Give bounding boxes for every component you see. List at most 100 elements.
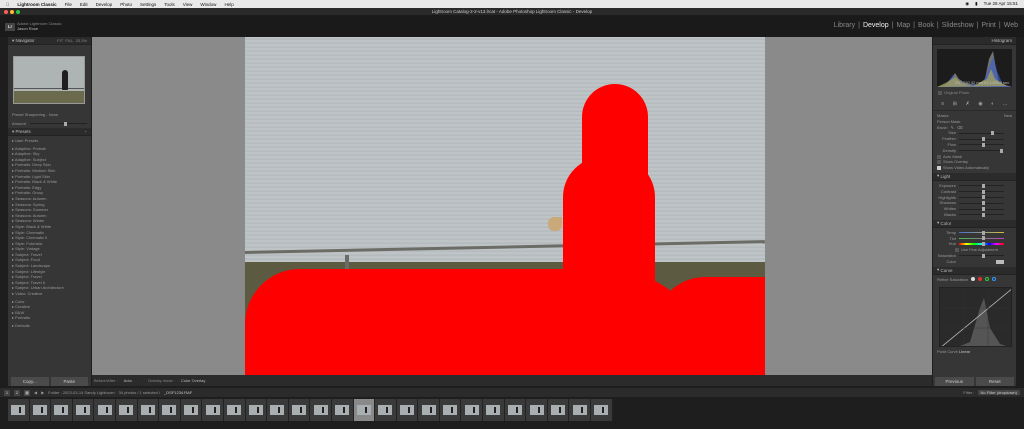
filmstrip-thumbnail[interactable] [547, 399, 570, 421]
filmstrip-thumbnail[interactable] [245, 399, 268, 421]
user-name[interactable]: Jason Rose [17, 26, 61, 31]
amount-slider[interactable] [29, 121, 87, 126]
point-curve-value[interactable]: Linear [959, 349, 970, 354]
filmstrip-thumbnail[interactable] [331, 399, 354, 421]
apple-icon[interactable]:  [6, 2, 9, 7]
menu-tools[interactable]: Tools [164, 2, 175, 7]
filmstrip-thumbnail[interactable] [591, 399, 613, 421]
filmstrip-thumbnail[interactable] [375, 399, 397, 421]
navigator-header[interactable]: ▾ Navigator FIT FILL 33.3% [8, 37, 91, 45]
curve-header[interactable]: ▾ Curve [933, 266, 1016, 275]
channel-green-icon[interactable] [984, 277, 989, 282]
channel-red-icon[interactable] [977, 277, 982, 282]
original-photo-row[interactable]: Original Photo [933, 87, 1016, 98]
preset-value[interactable]: Sharpening - None [25, 112, 59, 117]
filmstrip-thumbnail[interactable] [396, 399, 419, 421]
edit-icon[interactable]: ≡ [941, 101, 944, 107]
filmstrip-thumbnail[interactable] [51, 399, 73, 421]
filmstrip-thumbnail[interactable] [353, 399, 376, 421]
app-menu[interactable]: Lightroom Classic [17, 2, 56, 7]
filmstrip-thumbnail[interactable] [504, 399, 527, 421]
preset-group[interactable]: ▸ Defaults [12, 323, 91, 329]
filmstrip-thumbnail[interactable] [94, 399, 116, 421]
filmstrip-thumbnail[interactable] [310, 399, 332, 421]
previous-button[interactable]: Previous [935, 377, 974, 386]
filmstrip-thumbnail[interactable] [180, 399, 203, 421]
filmstrip-thumbnail[interactable] [223, 399, 246, 421]
menu-file[interactable]: File [65, 2, 72, 7]
masking-icon[interactable]: ◐ [991, 101, 994, 107]
module-web[interactable]: Web [1004, 22, 1018, 29]
filmstrip-thumbnail[interactable] [159, 399, 181, 421]
close-window-button[interactable] [4, 9, 8, 14]
filmstrip-thumbnail[interactable] [29, 399, 52, 421]
preset-item[interactable]: ▸ Video: Creative [12, 291, 91, 297]
color-swatch[interactable] [996, 259, 1004, 264]
filter-dropdown[interactable]: No Filter (dropdown) [977, 390, 1020, 395]
blacks-slider[interactable]: Blacks [937, 212, 1012, 218]
new-mask-button[interactable]: New [1004, 113, 1012, 119]
minimize-window-button[interactable] [10, 9, 14, 14]
filmstrip-thumbnail[interactable] [267, 399, 289, 421]
preset-group[interactable]: ▸ Portraits [12, 315, 91, 321]
zoom-fit[interactable]: FIT [57, 38, 63, 43]
module-book[interactable]: Book [918, 22, 934, 29]
filmstrip-thumbnail[interactable] [569, 399, 592, 421]
second-window-icon[interactable]: 2 [14, 389, 20, 396]
main-photo[interactable] [245, 37, 765, 375]
reset-button[interactable]: Reset [975, 377, 1014, 386]
wifi-icon[interactable]: ◉ [965, 1, 969, 7]
filmstrip-thumbnail[interactable] [72, 399, 95, 421]
filmstrip-thumbnail[interactable] [8, 399, 30, 421]
module-map[interactable]: Map [896, 22, 910, 29]
presets-icon[interactable]: … [1003, 101, 1008, 107]
module-develop[interactable]: Develop [863, 22, 889, 29]
histogram-header[interactable]: Histogram [933, 37, 1016, 45]
filmstrip-thumbnail[interactable] [483, 399, 505, 421]
filmstrip-thumbnail[interactable] [137, 399, 160, 421]
clock[interactable]: Tue 28 Apr 15:51 [984, 1, 1018, 7]
navigator-preview[interactable] [13, 56, 85, 104]
menu-edit[interactable]: Edit [80, 2, 88, 7]
main-window-icon[interactable]: 1 [4, 389, 10, 396]
add-preset-icon[interactable]: + [85, 129, 87, 134]
redeye-icon[interactable]: ◉ [978, 101, 982, 107]
channel-blue-icon[interactable] [991, 277, 996, 282]
light-header[interactable]: ▾ Light [933, 172, 1016, 181]
filmstrip-thumbnail[interactable] [439, 399, 462, 421]
menu-window[interactable]: Window [200, 2, 216, 7]
filmstrip-thumbnail[interactable] [461, 399, 484, 421]
menu-photo[interactable]: Photo [120, 2, 132, 7]
menu-view[interactable]: View [183, 2, 193, 7]
module-slideshow[interactable]: Slideshow [942, 22, 974, 29]
menu-develop[interactable]: Develop [96, 2, 113, 7]
filmstrip-thumbnail[interactable] [526, 399, 548, 421]
module-print[interactable]: Print [981, 22, 995, 29]
grid-view-icon[interactable]: ▦ [24, 389, 30, 396]
preset-group[interactable]: ▸ User Presets [12, 138, 91, 144]
show-video-row[interactable]: Show Video Automatically [937, 165, 1012, 171]
heal-icon[interactable]: ✗ [965, 101, 969, 107]
zoom-percent[interactable]: 33.3% [76, 38, 87, 43]
battery-icon[interactable]: ▮ [975, 1, 977, 7]
menu-help[interactable]: Help [224, 2, 233, 7]
tone-curve[interactable] [939, 287, 1012, 348]
paste-button[interactable]: Paste [50, 377, 88, 386]
zoom-window-button[interactable] [16, 9, 20, 14]
before-after-value[interactable]: Auto [124, 378, 132, 383]
color-header[interactable]: ▾ Color [933, 219, 1016, 228]
zoom-fill[interactable]: FILL [65, 38, 73, 43]
presets-header[interactable]: ▾ Presets + [8, 128, 91, 136]
filmstrip-thumbnail[interactable] [418, 399, 440, 421]
filmstrip-thumbnail[interactable] [202, 399, 224, 421]
forward-arrow-icon[interactable]: ▶ [41, 390, 44, 395]
filmstrip-source[interactable]: Folder : 2023-03-14 Sandy Lightroom [48, 390, 114, 395]
module-library[interactable]: Library [834, 22, 855, 29]
filmstrip-thumbnail[interactable] [288, 399, 311, 421]
crop-icon[interactable]: ⊞ [953, 101, 957, 107]
copy-button[interactable]: Copy... [11, 377, 49, 386]
channel-rgb-icon[interactable] [970, 277, 975, 282]
filmstrip-filename[interactable]: _DSF1234.RAF [164, 390, 192, 395]
color-swatch-row[interactable]: Color [937, 259, 1012, 265]
histogram[interactable]: ISO 250 32 mm f/4 1/2500 sec [937, 49, 1012, 87]
